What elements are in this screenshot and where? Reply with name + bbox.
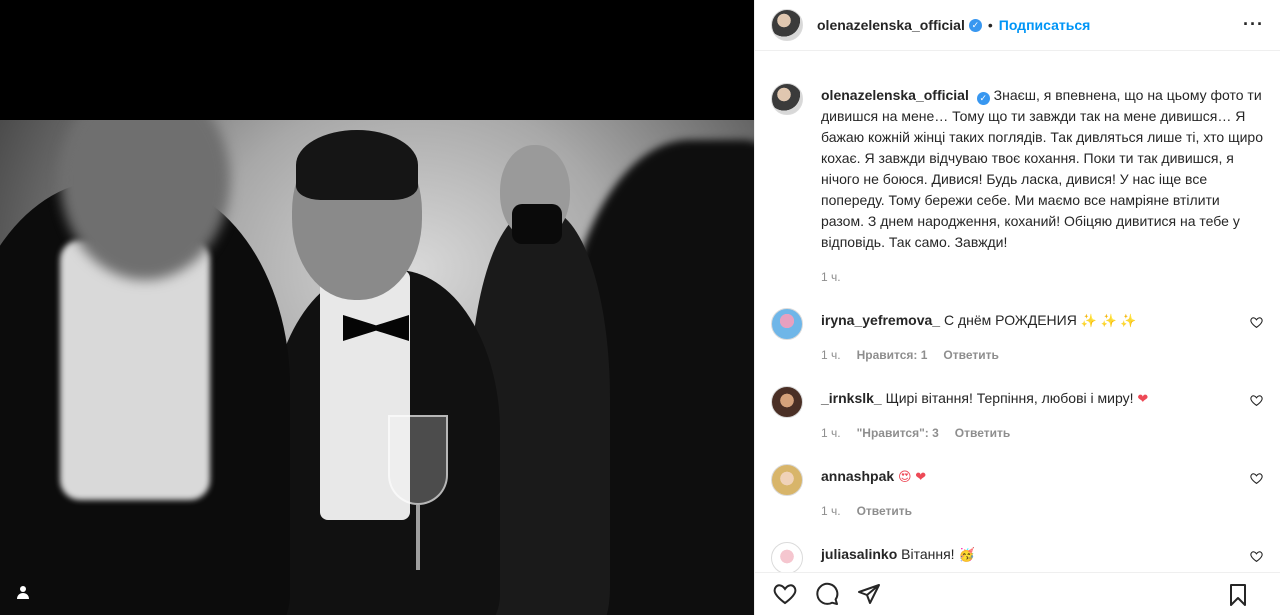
comments-list: olenazelenska_official ✓ Знаєш, я впевне…	[755, 51, 1280, 572]
bookmark-icon[interactable]	[1224, 581, 1252, 609]
author-avatar[interactable]	[771, 9, 803, 41]
comment-time[interactable]: 1 ч.	[821, 345, 841, 366]
photo-glass-stem	[416, 505, 420, 570]
comment-body: juliasalinko Вітання! 🥳	[821, 544, 1264, 572]
comment-time[interactable]: 1 ч.	[821, 423, 841, 444]
comment-emoji: ❤	[1137, 391, 1149, 406]
comment-like-heart-icon[interactable]	[1250, 394, 1264, 408]
comment-meta: 1 ч. "Нравится": 3 Ответить	[821, 423, 1264, 444]
commenter-avatar[interactable]	[771, 308, 803, 340]
comment-likes[interactable]: "Нравится": 3	[857, 423, 939, 444]
caption-text: Знаєш, я впевнена, що на цьому фото ти д…	[821, 87, 1264, 250]
comment-username[interactable]: _irnkslk_	[821, 390, 882, 406]
caption-meta: 1 ч.	[821, 267, 1264, 288]
comment-username[interactable]: iryna_yefremova_	[821, 312, 940, 328]
comment-meta: 1 ч. Нравится: 1 Ответить	[821, 345, 1264, 366]
photo-wine-glass	[388, 415, 448, 505]
comment-emoji: 😍 ❤	[898, 469, 927, 484]
comment-like-heart-icon[interactable]	[1250, 316, 1264, 330]
share-icon[interactable]	[855, 580, 883, 608]
post-media[interactable]	[0, 0, 754, 615]
photo-face-mask	[512, 204, 562, 244]
post-actions	[755, 572, 1280, 615]
heart-icon[interactable]	[771, 580, 799, 608]
comment-likes[interactable]: Нравится: 1	[857, 345, 928, 366]
comment-body: annashpak 😍 ❤ 1 ч. Ответить	[821, 466, 1264, 522]
author-avatar[interactable]	[771, 83, 803, 115]
reply-button[interactable]: Ответить	[943, 345, 998, 366]
post-sidebar: olenazelenska_official ✓ • Подписаться ·…	[754, 0, 1280, 615]
comment-text: Щирі вітання! Терпіння, любові і миру!	[885, 390, 1134, 406]
comment-like-heart-icon[interactable]	[1250, 472, 1264, 486]
post-photo[interactable]	[0, 120, 754, 615]
comment-body: iryna_yefremova_ С днём РОЖДЕНИЯ ✨ ✨ ✨ 1…	[821, 310, 1264, 366]
comment-username[interactable]: annashpak	[821, 468, 894, 484]
comment-item: iryna_yefremova_ С днём РОЖДЕНИЯ ✨ ✨ ✨ 1…	[771, 308, 1264, 366]
reply-button[interactable]: Ответить	[857, 501, 912, 522]
comment-icon[interactable]	[813, 580, 841, 608]
tagged-user-icon[interactable]	[16, 585, 36, 605]
commenter-avatar[interactable]	[771, 464, 803, 496]
comment-emoji: ✨ ✨ ✨	[1080, 313, 1137, 328]
more-options-icon[interactable]: ···	[1243, 14, 1264, 35]
caption-time[interactable]: 1 ч.	[821, 267, 841, 288]
comment-like-heart-icon[interactable]	[1250, 550, 1264, 564]
comment-username[interactable]: juliasalinko	[821, 546, 897, 562]
follow-button[interactable]: Подписаться	[999, 17, 1091, 33]
reply-button[interactable]: Ответить	[955, 423, 1010, 444]
comment-time[interactable]: 1 ч.	[821, 501, 841, 522]
commenter-avatar[interactable]	[771, 542, 803, 572]
comment-text: Вітання!	[901, 546, 955, 562]
caption-username[interactable]: olenazelenska_official	[821, 87, 969, 103]
photo-hair-center	[296, 130, 418, 200]
comment-item: annashpak 😍 ❤ 1 ч. Ответить	[771, 464, 1264, 522]
comment-emoji: 🥳	[958, 547, 975, 562]
commenter-avatar[interactable]	[771, 386, 803, 418]
caption: olenazelenska_official ✓ Знаєш, я впевне…	[771, 83, 1264, 288]
comment-body: _irnkslk_ Щирі вітання! Терпіння, любові…	[821, 388, 1264, 444]
comment-item: _irnkslk_ Щирі вітання! Терпіння, любові…	[771, 386, 1264, 444]
comment-text: С днём РОЖДЕНИЯ	[943, 312, 1077, 328]
author-username[interactable]: olenazelenska_official	[817, 17, 965, 33]
comment-meta: 1 ч. Ответить	[821, 501, 1264, 522]
post-modal: olenazelenska_official ✓ • Подписаться ·…	[0, 0, 1280, 615]
verified-badge-icon: ✓	[968, 18, 982, 32]
separator-dot: •	[987, 17, 993, 33]
comment-item: juliasalinko Вітання! 🥳	[771, 542, 1264, 572]
caption-body: olenazelenska_official ✓ Знаєш, я впевне…	[821, 85, 1264, 288]
post-header: olenazelenska_official ✓ • Подписаться ·…	[755, 0, 1280, 51]
verified-badge-icon: ✓	[976, 92, 990, 105]
